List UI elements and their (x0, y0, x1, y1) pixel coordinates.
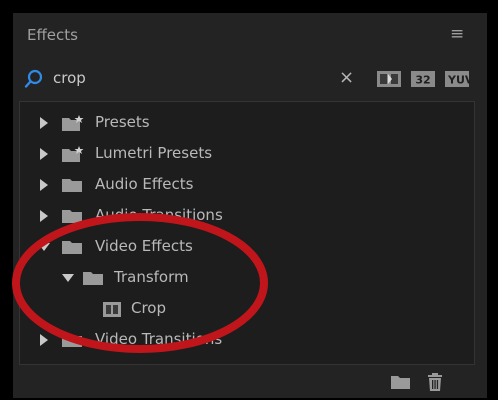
yuv-filter-icon[interactable]: YUV (444, 68, 470, 90)
search-bar: × 32 YUV (13, 63, 487, 93)
tree-item-label: Audio Effects (95, 175, 194, 193)
expand-arrow-icon[interactable] (40, 179, 48, 191)
expand-arrow-icon[interactable] (40, 148, 48, 160)
folder-icon (83, 272, 103, 285)
preset-bin-icon (62, 115, 84, 131)
tree-item-presets[interactable]: Presets (20, 108, 474, 139)
tree-item-label: Crop (131, 299, 167, 317)
effect-icon (103, 302, 121, 317)
tree-item-audio-effects[interactable]: Audio Effects (20, 170, 474, 201)
folder-icon (62, 241, 82, 254)
expand-arrow-icon[interactable] (40, 334, 48, 346)
tree-item-label: Lumetri Presets (95, 144, 213, 162)
folder-icon (62, 334, 82, 347)
folder-icon (62, 210, 82, 223)
tree-item-video-effects[interactable]: Video Effects (20, 232, 474, 263)
clear-search-icon[interactable]: × (339, 65, 354, 91)
panel-footer (13, 365, 487, 398)
tree-item-label: Presets (95, 113, 150, 131)
panel-menu-icon[interactable]: ≡ (450, 24, 464, 44)
collapse-arrow-icon[interactable] (38, 243, 50, 251)
preset-bin-icon (62, 146, 84, 162)
expand-arrow-icon[interactable] (40, 210, 48, 222)
folder-icon (62, 179, 82, 192)
tree-item-audio-transitions[interactable]: Audio Transitions (20, 201, 474, 232)
new-custom-bin-icon[interactable] (390, 372, 412, 392)
search-icon (24, 69, 43, 88)
trash-icon[interactable] (426, 372, 444, 392)
tree-item-transform[interactable]: Transform (20, 263, 474, 294)
tree-item-label: Audio Transitions (95, 206, 223, 224)
accelerated-effects-filter-icon[interactable] (376, 68, 402, 90)
expand-arrow-icon[interactable] (40, 117, 48, 129)
effects-panel: Effects ≡ × 32 YUV (13, 13, 487, 398)
tree-item-lumetri-presets[interactable]: Lumetri Presets (20, 139, 474, 170)
32-bit-color-filter-icon[interactable]: 32 (410, 68, 436, 90)
effects-tree: Presets Lumetri Presets Audio Effects Au… (19, 101, 475, 365)
collapse-arrow-icon[interactable] (62, 274, 74, 282)
tree-item-crop[interactable]: Crop (20, 294, 474, 325)
search-input[interactable] (53, 65, 353, 91)
tree-item-label: Video Effects (95, 237, 193, 255)
panel-header: Effects ≡ (13, 13, 487, 59)
tree-item-label: Video Transitions (95, 330, 223, 348)
panel-title: Effects (27, 26, 78, 44)
yuv-label: YUV (447, 74, 470, 87)
32-bit-label: 32 (415, 74, 430, 87)
tree-item-video-transitions[interactable]: Video Transitions (20, 325, 474, 356)
tree-item-label: Transform (114, 268, 189, 286)
